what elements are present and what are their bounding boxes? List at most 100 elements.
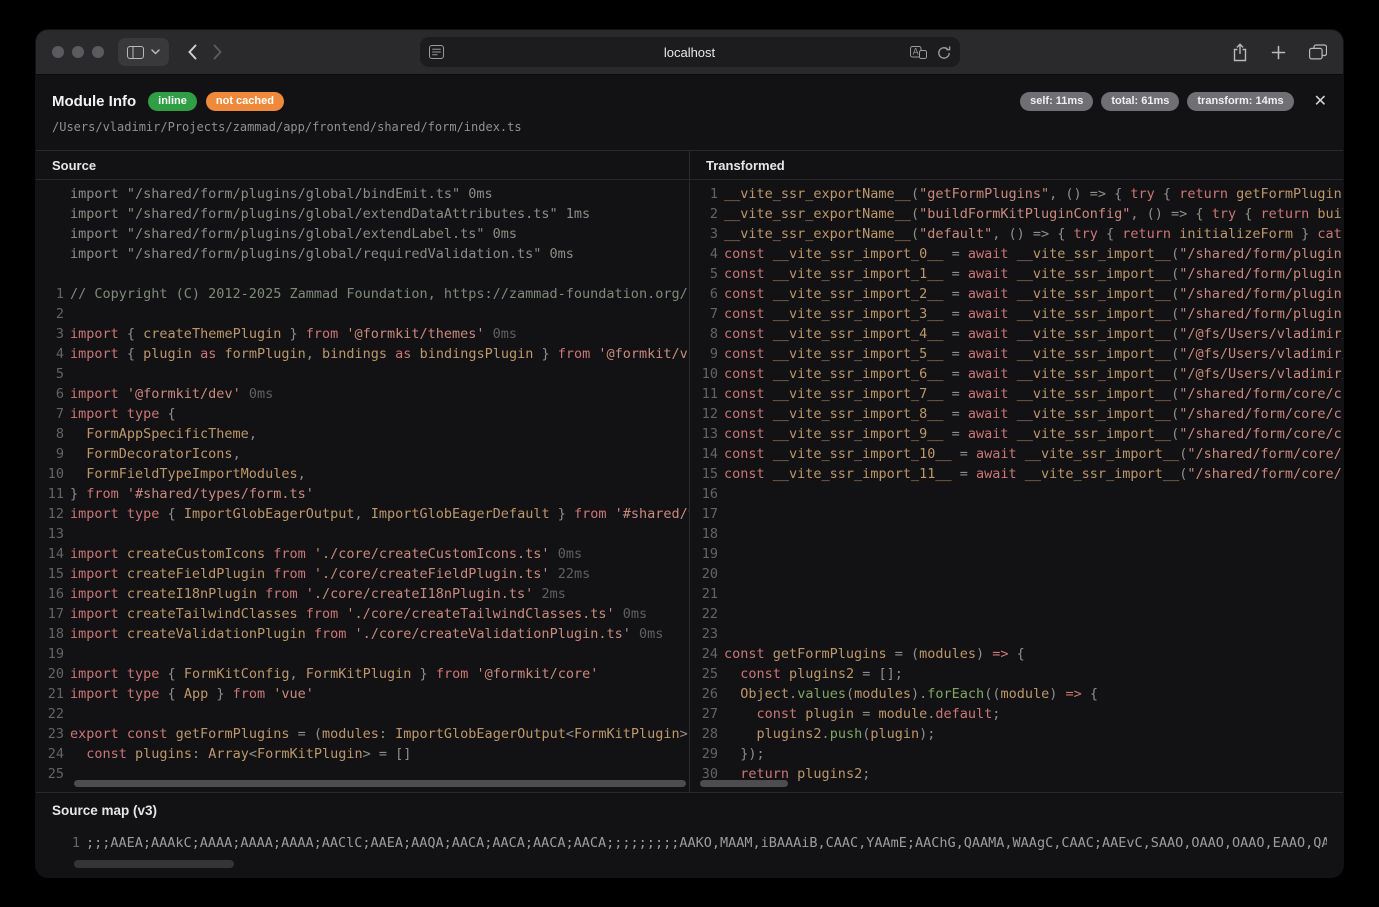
code-line: 1// Copyright (C) 2012-2025 Zammad Found… (36, 284, 689, 304)
window-controls (52, 46, 104, 58)
code-line: 29 }); (690, 744, 1343, 764)
back-button[interactable] (187, 44, 197, 60)
minimize-window-button[interactable] (72, 46, 84, 58)
code-line: import "/shared/form/plugins/global/exte… (36, 224, 689, 244)
address-bar[interactable]: localhost A (420, 37, 960, 67)
code-line: 17 (690, 504, 1343, 524)
sourcemap-horizontal-scrollbar[interactable] (74, 860, 234, 868)
code-line: 21 (690, 584, 1343, 604)
code-line: 3__vite_ssr_exportName__("default", () =… (690, 224, 1343, 244)
code-line: 18import createValidationPlugin from './… (36, 624, 689, 644)
status-badge-inline: inline (148, 92, 197, 111)
reload-button[interactable] (937, 45, 951, 60)
code-line: 23export const getFormPlugins = (modules… (36, 724, 689, 744)
browser-toolbar: localhost A (36, 30, 1343, 75)
code-line: 8const __vite_ssr_import_4__ = await __v… (690, 324, 1343, 344)
code-line: 22 (690, 604, 1343, 624)
code-line: import "/shared/form/plugins/global/requ… (36, 244, 689, 264)
code-line: 28 plugins2.push(plugin); (690, 724, 1343, 744)
code-line: 14import createCustomIcons from './core/… (36, 544, 689, 564)
code-line: 11const __vite_ssr_import_7__ = await __… (690, 384, 1343, 404)
code-line: 30 return plugins2; (690, 764, 1343, 784)
close-icon[interactable]: ✕ (1314, 93, 1327, 109)
metric-total: total: 61ms (1101, 92, 1179, 111)
transformed-horizontal-scrollbar[interactable] (700, 780, 788, 787)
translate-button[interactable]: A (910, 46, 927, 59)
forward-button[interactable] (213, 44, 223, 60)
code-line: 17import createTailwindClasses from './c… (36, 604, 689, 624)
code-line: 11} from '#shared/types/form.ts' (36, 484, 689, 504)
code-line: 2 (36, 304, 689, 324)
page-title: Module Info (52, 93, 136, 110)
code-line: 7const __vite_ssr_import_3__ = await __v… (690, 304, 1343, 324)
code-line: 1__vite_ssr_exportName__("getFormPlugins… (690, 184, 1343, 204)
code-line: 8 FormAppSpecificTheme, (36, 424, 689, 444)
code-line: 10const __vite_ssr_import_6__ = await __… (690, 364, 1343, 384)
sourcemap-mappings: ;;;AAEA;AAAkC;AAAA;AAAA;AAAA;AAClC;AAEA;… (86, 833, 1327, 853)
page-settings-button[interactable] (429, 45, 444, 59)
code-line: 7import type { (36, 404, 689, 424)
code-line: 20 (690, 564, 1343, 584)
code-line: 3import { createThemePlugin } from '@for… (36, 324, 689, 344)
code-line: 6import '@formkit/dev' 0ms (36, 384, 689, 404)
code-line: 13const __vite_ssr_import_9__ = await __… (690, 424, 1343, 444)
sourcemap-section: Source map (v3) 1 ;;;AAEA;AAAkC;AAAA;AAA… (36, 792, 1343, 877)
module-info-header: Module Info inline not cached self: 11ms… (36, 75, 1343, 150)
new-tab-button[interactable] (1271, 45, 1286, 60)
sourcemap-title: Source map (v3) (52, 803, 1327, 823)
code-line: 27 const plugin = module.default; (690, 704, 1343, 724)
sourcemap-line: 1 ;;;AAEA;AAAkC;AAAA;AAAA;AAAA;AAClC;AAE… (36, 829, 1327, 853)
code-line: 6const __vite_ssr_import_2__ = await __v… (690, 284, 1343, 304)
code-line (36, 264, 689, 284)
code-line: 14const __vite_ssr_import_10__ = await _… (690, 444, 1343, 464)
metric-transform: transform: 14ms (1187, 92, 1293, 111)
source-panel: Source import "/shared/form/plugins/glob… (36, 151, 690, 792)
transformed-panel-title: Transformed (690, 151, 1343, 180)
code-line: 12import type { ImportGlobEagerOutput, I… (36, 504, 689, 524)
code-line: 9 FormDecoratorIcons, (36, 444, 689, 464)
code-line: 15import createFieldPlugin from './core/… (36, 564, 689, 584)
transformed-panel: Transformed 1__vite_ssr_exportName__("ge… (690, 151, 1343, 792)
source-horizontal-scrollbar[interactable] (74, 780, 686, 787)
tab-overview-button[interactable] (1309, 44, 1327, 60)
code-line: 19 (690, 544, 1343, 564)
code-line: 12const __vite_ssr_import_8__ = await __… (690, 404, 1343, 424)
zoom-window-button[interactable] (92, 46, 104, 58)
code-line: 22 (36, 704, 689, 724)
code-line: 24const getFormPlugins = (modules) => { (690, 644, 1343, 664)
code-line: 5const __vite_ssr_import_1__ = await __v… (690, 264, 1343, 284)
code-line: 26 Object.values(modules).forEach((modul… (690, 684, 1343, 704)
code-line: 25 const plugins2 = []; (690, 664, 1343, 684)
code-line: 16import createI18nPlugin from './core/c… (36, 584, 689, 604)
code-line: 23 (690, 624, 1343, 644)
code-line: 24 const plugins: Array<FormKitPlugin> =… (36, 744, 689, 764)
browser-window: localhost A M (36, 30, 1343, 877)
chevron-down-icon (151, 49, 160, 55)
code-line: 4import { plugin as formPlugin, bindings… (36, 344, 689, 364)
sidebar-toggle-button[interactable] (118, 38, 169, 66)
code-line: 10 FormFieldTypeImportModules, (36, 464, 689, 484)
code-line: 18 (690, 524, 1343, 544)
url-text: localhost (420, 45, 960, 60)
module-path: /Users/vladimir/Projects/zammad/app/fron… (52, 120, 1327, 138)
code-line: 15const __vite_ssr_import_11__ = await _… (690, 464, 1343, 484)
svg-text:A: A (912, 47, 918, 57)
code-line: import "/shared/form/plugins/global/exte… (36, 204, 689, 224)
metric-self: self: 11ms (1020, 92, 1093, 111)
source-panel-title: Source (36, 151, 689, 180)
transformed-code: 1__vite_ssr_exportName__("getFormPlugins… (690, 180, 1343, 784)
share-button[interactable] (1232, 43, 1248, 62)
code-line: 19 (36, 644, 689, 664)
code-line: 20import type { FormKitConfig, FormKitPl… (36, 664, 689, 684)
code-line: 13 (36, 524, 689, 544)
module-inspector-page: Module Info inline not cached self: 11ms… (36, 75, 1343, 877)
source-code: import "/shared/form/plugins/global/bind… (36, 180, 689, 784)
code-line: 21import type { App } from 'vue' (36, 684, 689, 704)
code-line: 2__vite_ssr_exportName__("buildFormKitPl… (690, 204, 1343, 224)
sourcemap-line-number: 1 (52, 833, 86, 853)
code-line: 5 (36, 364, 689, 384)
close-window-button[interactable] (52, 46, 64, 58)
code-line: import "/shared/form/plugins/global/bind… (36, 184, 689, 204)
code-line: 4const __vite_ssr_import_0__ = await __v… (690, 244, 1343, 264)
status-badge-not-cached: not cached (206, 92, 284, 111)
